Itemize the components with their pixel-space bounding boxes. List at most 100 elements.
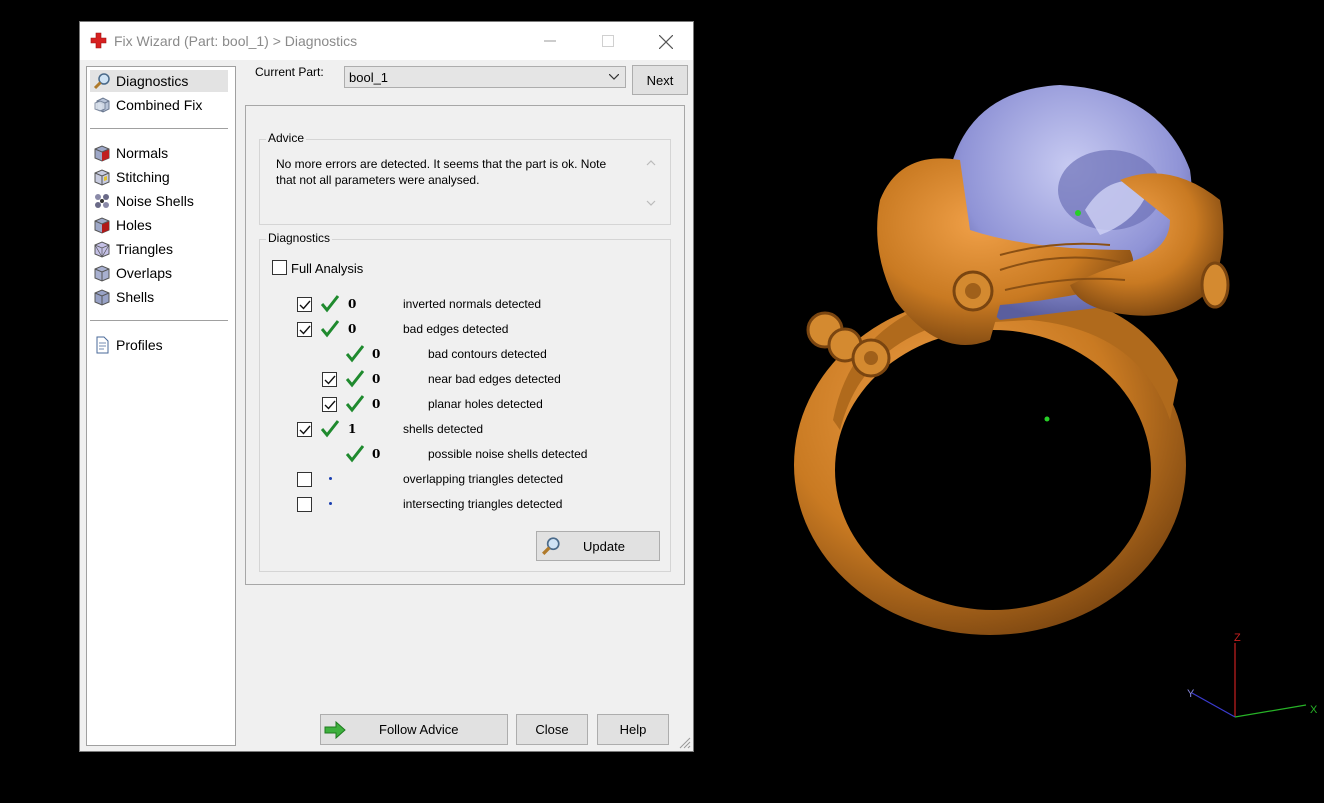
checkmark-icon [299,300,311,310]
minimize-button[interactable] [530,28,570,54]
not-analysed-dot-icon [329,502,332,505]
sidebar-item-normals[interactable]: Normals [90,142,228,164]
ok-tick-icon [346,395,364,413]
advice-line-2: that not all parameters were analysed. [276,173,480,187]
close-button[interactable]: Close [516,714,588,745]
sidebar-item-overlaps[interactable]: Overlaps [90,262,228,284]
axis-x-label: X [1310,704,1318,716]
inverted-normals-count: 0 [348,297,357,311]
close-window-button[interactable] [645,28,685,54]
full-analysis-checkbox[interactable] [272,260,287,275]
resize-grip-icon[interactable] [679,737,691,749]
help-button-label: Help [619,722,647,737]
close-button-label: Close [535,722,569,737]
axis-triad [1191,643,1307,718]
inverted-normals-label: inverted normals detected [403,297,542,311]
sidebar-divider [90,128,228,129]
follow-advice-button[interactable]: Follow Advice [320,714,508,745]
update-button-label: Update [583,538,625,554]
close-icon [659,35,673,49]
current-part-value: bool_1 [349,70,389,85]
noise-shells-label: possible noise shells detected [428,447,588,461]
sidebar-divider [90,320,228,321]
shells-checkbox[interactable] [297,422,312,437]
advice-group: Advice No more errors are detected. It s… [259,131,671,225]
shells-cube-icon [94,289,110,306]
near-bad-edges-checkbox[interactable] [322,372,337,387]
diagnostics-title: Diagnostics [266,231,333,245]
sidebar-item-shells[interactable]: Shells [90,286,228,308]
profiles-document-icon [96,336,109,354]
sidebar-item-noise-shells[interactable]: Noise Shells [90,190,228,212]
chevron-down-icon [609,74,619,80]
triangles-cube-icon [94,241,110,258]
title-bar[interactable]: Fix Wizard (Part: bool_1) > Diagnostics [80,22,693,60]
advice-line-1: No more errors are detected. It seems th… [276,157,607,171]
next-button-label: Next [646,72,674,88]
full-analysis-label: Full Analysis [291,261,364,276]
main-panel: Advice No more errors are detected. It s… [245,105,685,585]
ok-tick-icon [346,445,364,463]
arrow-right-icon [324,720,346,739]
sidebar-item-combined-fix[interactable]: Combined Fix [90,94,228,116]
maximize-button[interactable] [588,28,628,54]
checkmark-icon [324,400,336,410]
planar-holes-checkbox[interactable] [322,397,337,412]
ok-tick-icon [321,320,339,338]
not-analysed-dot-icon [329,477,332,480]
bad-edges-count: 0 [348,322,357,336]
bad-edges-checkbox[interactable] [297,322,312,337]
stitching-cube-icon [94,169,110,186]
help-button[interactable]: Help [597,714,669,745]
near-bad-edges-label: near bad edges detected [428,372,561,386]
update-button[interactable]: Update [536,531,660,561]
current-part-label: Current Part: [255,65,324,79]
red-cross-icon [90,32,107,49]
advice-scrollbar[interactable] [644,157,658,209]
axis-z-label: Z [1234,632,1241,644]
near-bad-edges-count: 0 [372,372,381,386]
3d-viewport[interactable]: Z Y X [700,0,1324,803]
noise-shells-icon [95,194,109,208]
axis-y-label: Y [1187,688,1195,700]
wizard-sidebar: Diagnostics Combined Fix Normals Stitchi… [86,66,236,746]
bad-contours-label: bad contours detected [428,347,547,361]
sidebar-item-stitching[interactable]: Stitching [90,166,228,188]
follow-advice-label: Follow Advice [379,722,459,737]
checkmark-icon [299,425,311,435]
window-title: Fix Wizard (Part: bool_1) > Diagnostics [114,33,358,49]
diagnostics-group: Diagnostics Full Analysis 0 inverted nor… [259,231,671,572]
checkmark-icon [324,375,336,385]
current-part-select[interactable]: bool_1 [344,66,626,88]
next-button[interactable]: Next [632,65,688,95]
normals-cube-icon [94,145,110,162]
maximize-icon [602,35,614,47]
ok-tick-icon [321,295,339,313]
sidebar-item-profiles[interactable]: Profiles [90,334,228,356]
fix-wizard-dialog: Fix Wizard (Part: bool_1) > Diagnostics … [79,21,694,752]
planar-holes-count: 0 [372,397,381,411]
planar-holes-label: planar holes detected [428,397,543,411]
shells-count: 1 [348,422,357,436]
ok-tick-icon [346,370,364,388]
minimize-icon [544,40,556,42]
intersecting-triangles-checkbox[interactable] [297,497,312,512]
sidebar-item-triangles[interactable]: Triangles [90,238,228,260]
shells-label: shells detected [403,422,484,436]
magnifier-icon [542,537,560,555]
noise-shells-count: 0 [372,447,381,461]
overlapping-triangles-label: overlapping triangles detected [403,472,564,486]
checkmark-icon [299,325,311,335]
overlaps-cube-icon [94,265,110,282]
inverted-normals-checkbox[interactable] [297,297,312,312]
intersecting-triangles-label: intersecting triangles detected [403,497,563,511]
sidebar-item-diagnostics[interactable]: Diagnostics [90,70,228,92]
overlapping-triangles-checkbox[interactable] [297,472,312,487]
sidebar-item-holes[interactable]: Holes [90,214,228,236]
advice-text-box: No more errors are detected. It seems th… [270,152,660,212]
holes-cube-icon [94,217,110,234]
ok-tick-icon [346,345,364,363]
combined-fix-icon [94,97,110,113]
bad-contours-count: 0 [372,347,381,361]
magnifier-icon [93,73,110,90]
